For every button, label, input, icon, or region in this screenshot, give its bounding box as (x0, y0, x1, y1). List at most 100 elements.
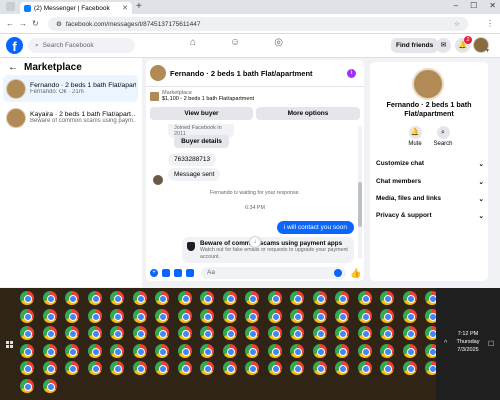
chrome-taskbar-icon[interactable] (402, 343, 417, 358)
chrome-taskbar-icon[interactable] (245, 308, 259, 323)
info-icon[interactable]: i (347, 69, 356, 78)
chrome-taskbar-icon[interactable] (335, 343, 349, 358)
site-info-icon[interactable]: ⚙ (56, 20, 62, 28)
chrome-taskbar-icon[interactable] (200, 308, 214, 323)
conversation-item[interactable]: Fernando · 2 beds 1 bath Flat/apart… Fer… (3, 75, 138, 102)
chrome-taskbar-icon[interactable] (290, 326, 304, 340)
chrome-taskbar-icon[interactable] (245, 291, 259, 305)
chrome-taskbar-icon[interactable] (20, 361, 34, 375)
chrome-taskbar-icon[interactable] (335, 291, 349, 305)
chrome-taskbar-icon[interactable] (290, 291, 304, 305)
new-tab-icon[interactable]: + (136, 1, 142, 12)
sticker-icon[interactable] (174, 269, 182, 277)
chrome-taskbar-icon[interactable] (267, 361, 282, 375)
chrome-taskbar-icon[interactable] (132, 343, 147, 358)
tray-time[interactable]: 7:12 PM (436, 331, 500, 337)
chrome-taskbar-icon[interactable] (267, 291, 282, 305)
chrome-taskbar-icon[interactable] (380, 343, 394, 358)
chat-title[interactable]: Fernando · 2 beds 1 bath Flat/apartment (170, 69, 313, 78)
view-buyer-button[interactable]: View buyer (150, 107, 253, 120)
chrome-taskbar-icon[interactable] (87, 308, 102, 323)
notification-center-icon[interactable]: ☐ (488, 340, 494, 348)
chrome-taskbar-icon[interactable] (312, 326, 327, 340)
chrome-taskbar-icon[interactable] (65, 361, 79, 375)
chrome-taskbar-icon[interactable] (267, 326, 282, 340)
search-in-chat-button[interactable]: ⌕ Search (428, 126, 458, 147)
chrome-taskbar-icon[interactable] (222, 308, 237, 323)
search-input[interactable]: ⌕ Search Facebook (28, 38, 135, 53)
chrome-taskbar-icon[interactable] (402, 308, 417, 323)
chrome-taskbar-icon[interactable] (132, 308, 147, 323)
chrome-taskbar-icon[interactable] (380, 326, 394, 340)
tab-search-icon[interactable] (6, 2, 15, 11)
like-thumb-icon[interactable]: 👍 (350, 268, 361, 279)
forward-icon[interactable]: → (19, 19, 27, 28)
chrome-taskbar-icon[interactable] (42, 361, 57, 375)
chrome-taskbar-icon[interactable] (177, 308, 192, 323)
chrome-taskbar-icon[interactable] (42, 326, 57, 340)
close-window-icon[interactable]: ✕ (489, 1, 496, 10)
chrome-taskbar-icon[interactable] (110, 308, 124, 323)
chrome-taskbar-icon[interactable] (357, 291, 372, 305)
chrome-taskbar-icon[interactable] (222, 326, 237, 340)
conversation-item[interactable]: Kayaira · 2 beds 1 bath Flat/apart… Bewa… (3, 104, 138, 131)
chrome-taskbar-icon[interactable] (335, 308, 349, 323)
chrome-taskbar-icon[interactable] (87, 343, 102, 358)
message-input[interactable]: Aa (201, 267, 346, 279)
chrome-taskbar-icon[interactable] (222, 343, 237, 358)
chrome-taskbar-icon[interactable] (312, 308, 327, 323)
reload-icon[interactable]: ↻ (32, 19, 39, 28)
chrome-taskbar-icon[interactable] (177, 361, 192, 375)
chrome-taskbar-icon[interactable] (87, 361, 102, 375)
section-chat-members[interactable]: Chat members ⌄ (376, 178, 484, 186)
chrome-taskbar-icon[interactable] (177, 343, 192, 358)
back-arrow-icon[interactable]: ← (8, 62, 18, 73)
chrome-taskbar-icon[interactable] (380, 361, 394, 375)
url-field[interactable]: ⚙ facebook.com/messages/t/87451371756114… (48, 17, 468, 31)
chrome-taskbar-icon[interactable] (222, 361, 237, 375)
bookmark-star-icon[interactable]: ☆ (454, 20, 460, 28)
chrome-taskbar-icon[interactable] (20, 308, 34, 323)
browser-menu-icon[interactable]: ⋮ (486, 19, 494, 28)
chrome-taskbar-icon[interactable] (132, 291, 147, 305)
back-icon[interactable]: ← (6, 19, 14, 28)
section-privacy-support[interactable]: Privacy & support ⌄ (376, 212, 484, 220)
friends-icon[interactable]: ☺ (230, 37, 240, 48)
chrome-taskbar-icon[interactable] (357, 343, 372, 358)
chrome-taskbar-icon[interactable] (65, 291, 79, 305)
chrome-taskbar-icon[interactable] (65, 343, 79, 358)
chrome-taskbar-icon[interactable] (290, 361, 304, 375)
gif-icon[interactable] (186, 269, 194, 277)
chrome-taskbar-icon[interactable] (200, 326, 214, 340)
chrome-taskbar-icon[interactable] (20, 343, 34, 358)
browser-tab-messenger[interactable]: (2) Messenger | Facebook ✕ (20, 2, 132, 14)
chrome-taskbar-icon[interactable] (312, 291, 327, 305)
chrome-taskbar-icon[interactable] (290, 343, 304, 358)
chrome-taskbar-icon[interactable] (110, 326, 124, 340)
chrome-taskbar-icon[interactable] (200, 291, 214, 305)
section-customize-chat[interactable]: Customize chat ⌄ (376, 160, 484, 168)
chrome-taskbar-icon[interactable] (132, 326, 147, 340)
chrome-taskbar-icon[interactable] (200, 361, 214, 375)
chrome-taskbar-icon[interactable] (267, 343, 282, 358)
chrome-taskbar-icon[interactable] (42, 308, 57, 323)
chrome-taskbar-icon[interactable] (42, 343, 57, 358)
chrome-taskbar-icon[interactable] (245, 326, 259, 340)
chrome-taskbar-icon[interactable] (177, 291, 192, 305)
chrome-taskbar-icon[interactable] (110, 291, 124, 305)
home-icon[interactable]: ⌂ (190, 37, 196, 48)
chrome-taskbar-icon[interactable] (110, 343, 124, 358)
chrome-taskbar-icon[interactable] (245, 343, 259, 358)
chrome-taskbar-icon[interactable] (357, 308, 372, 323)
chrome-taskbar-icon[interactable] (65, 326, 79, 340)
chrome-taskbar-icon[interactable] (335, 326, 349, 340)
chrome-taskbar-icon[interactable] (380, 291, 394, 305)
chrome-taskbar-icon[interactable] (20, 378, 34, 393)
chrome-taskbar-icon[interactable] (155, 361, 169, 375)
find-friends-button[interactable]: Find friends (391, 38, 439, 53)
more-options-button[interactable]: More options (256, 107, 360, 120)
chrome-taskbar-icon[interactable] (312, 343, 327, 358)
chrome-taskbar-icon[interactable] (357, 326, 372, 340)
chrome-taskbar-icon[interactable] (290, 308, 304, 323)
chrome-taskbar-icon[interactable] (87, 326, 102, 340)
